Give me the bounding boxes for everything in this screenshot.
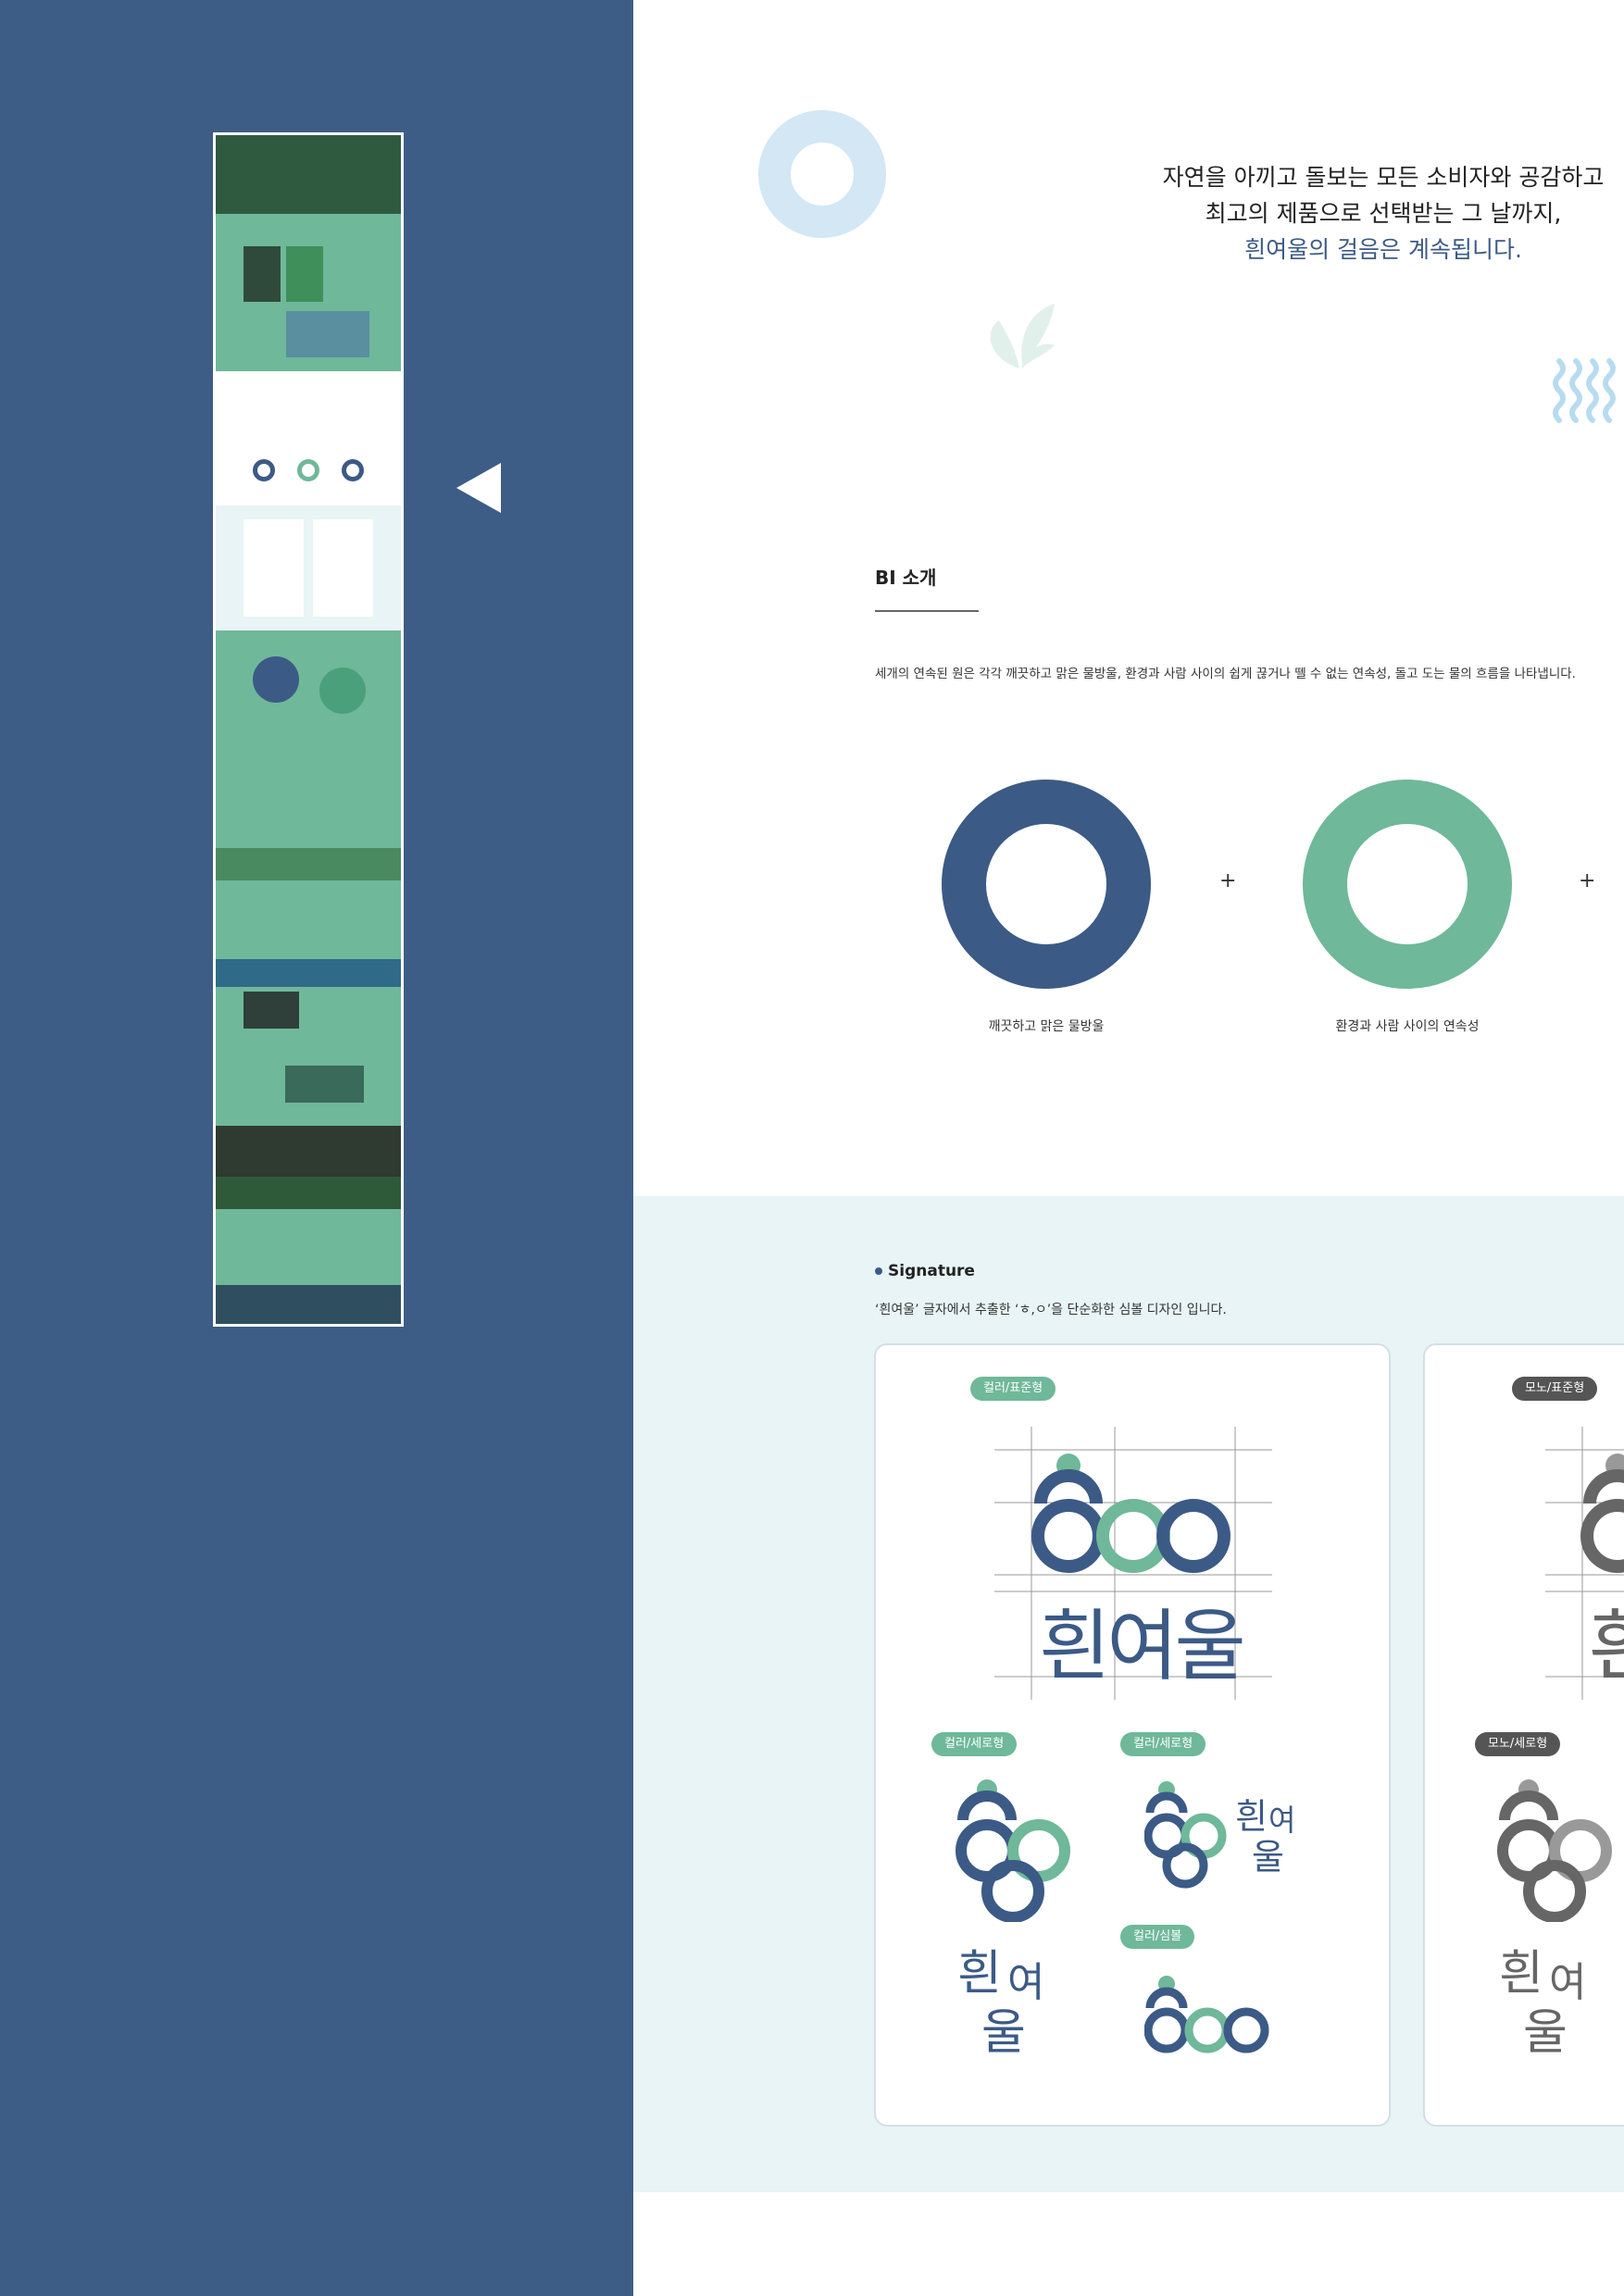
plus-sign-2: +	[1579, 869, 1596, 892]
intro-line-1: 자연을 아끼고 돌보는 모든 소비자와 공감하고	[1162, 164, 1605, 191]
bi-title: BI 소개	[875, 567, 937, 589]
pill-color-symbol: 컬러/심볼	[1120, 1925, 1195, 1949]
thumb-color	[216, 630, 401, 746]
circle-label-2: 환경과 사람 사이의 연속성	[1335, 1019, 1480, 1034]
logo-standard-icon	[1031, 1454, 1230, 1573]
thumb-content	[216, 987, 401, 1126]
logo-vertical-icon	[956, 1779, 1070, 1922]
pill-color-vertical: 컬러/세로형	[931, 1732, 1018, 1756]
thumb-water	[216, 959, 401, 987]
signature-description: ‘흰여울’ 글자에서 추출한 ‘ㅎ,ㅇ’을 단순화한 심볼 디자인 입니다.	[875, 1303, 1227, 1317]
thumb-footer	[216, 1285, 401, 1324]
intro-text: 자연을 아끼고 돌보는 모든 소비자와 공감하고 최고의 제품으로 선택받는 그…	[1143, 159, 1624, 268]
thumb-forest	[216, 1177, 401, 1209]
thumb-hero	[216, 135, 401, 214]
wordmark-standard: 흰여울	[1039, 1601, 1246, 1691]
signature-title: Signature	[875, 1262, 975, 1280]
decor-ring-icon	[758, 110, 886, 238]
pill-mono-vertical: 모노/세로형	[1475, 1732, 1561, 1756]
arrow-left-icon[interactable]	[456, 463, 501, 513]
thumb-photo	[216, 1126, 401, 1177]
page-thumbnail[interactable]	[213, 132, 404, 1327]
leaf-icon	[990, 304, 1055, 368]
wave-pattern-icon	[1553, 358, 1616, 423]
pill-color-vertical-2: 컬러/세로형	[1120, 1732, 1206, 1756]
green-ring-icon	[1303, 780, 1512, 989]
thumb-map	[216, 1209, 401, 1285]
thumb-product	[216, 880, 401, 959]
bullet-dot-icon	[875, 1267, 882, 1275]
thumb-leaf	[216, 848, 401, 880]
bi-divider	[875, 610, 979, 612]
navy-ring-icon	[942, 780, 1151, 989]
intro-line-2: 최고의 제품으로 선택받는 그 날까지,	[1205, 200, 1562, 227]
pill-mono-standard: 모노/표준형	[1512, 1377, 1598, 1401]
left-panel	[0, 0, 633, 2296]
thumb-pattern	[216, 746, 401, 848]
bi-description: 세개의 연속된 원은 각각 깨끗하고 맑은 물방울, 환경과 사람 사이의 쉽게…	[875, 667, 1576, 681]
intro-line-3: 흰여울의 걸음은 계속됩니다.	[1244, 236, 1522, 263]
content-panel: 자연을 아끼고 돌보는 모든 소비자와 공감하고 최고의 제품으로 선택받는 그…	[633, 0, 1624, 2296]
signature-title-text: Signature	[888, 1262, 975, 1280]
logo-horizontal-small-icon	[1144, 1781, 1227, 1889]
color-logo-card: 컬러/표준형 흰여울 컬러/세로형 흰 여 울 컬러/세로형 흰 여 울 컬러/…	[874, 1343, 1391, 2127]
circle-label-1: 깨끗하고 맑은 물방울	[988, 1019, 1105, 1034]
thumb-section-intro	[216, 214, 401, 371]
thumb-signature	[216, 505, 401, 630]
plus-sign-1: +	[1219, 869, 1237, 892]
logo-symbol-icon	[1144, 1976, 1269, 2053]
mono-logo-standard-icon	[1580, 1454, 1624, 1573]
mono-logo-card: 모노/표준형 흰 모노/세로형 흰 여 울	[1423, 1343, 1624, 2127]
pill-color-standard: 컬러/표준형	[970, 1377, 1056, 1401]
mono-wordmark-standard: 흰	[1588, 1601, 1624, 1691]
mono-logo-vertical-icon	[1497, 1779, 1612, 1922]
